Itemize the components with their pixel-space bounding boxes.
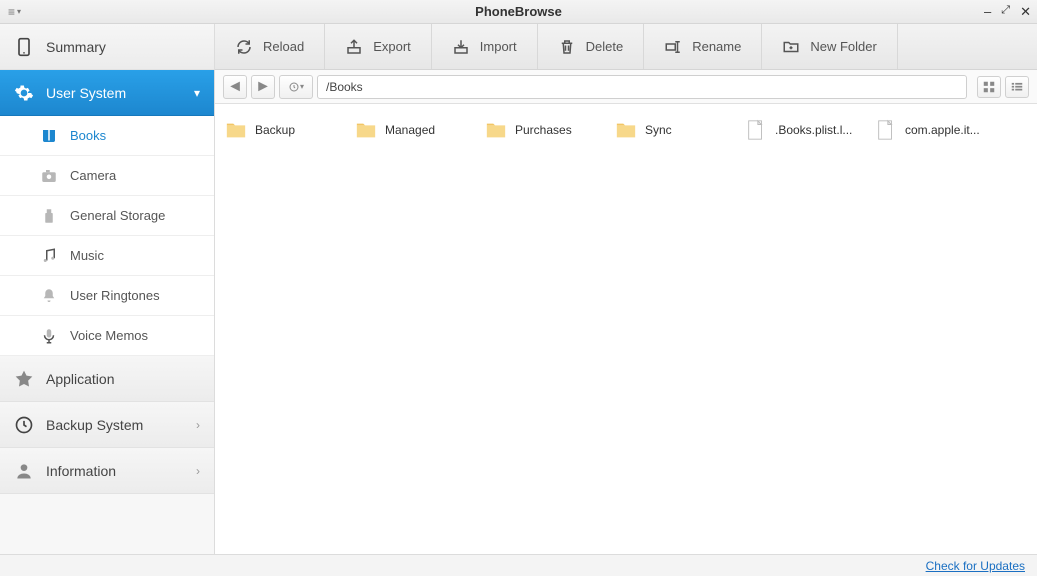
usb-icon: [40, 207, 58, 225]
sidebar: Summary User System ▾ Books Camera Gener…: [0, 24, 215, 554]
section-label: Application: [46, 371, 115, 387]
reload-icon: [235, 38, 253, 56]
status-bar: Check for Updates: [0, 554, 1037, 576]
rename-icon: [664, 38, 682, 56]
view-grid-button[interactable]: [977, 76, 1001, 98]
file-item[interactable]: .Books.plist.l...: [739, 114, 869, 146]
chevron-right-icon: ›: [196, 464, 200, 478]
section-user-system[interactable]: User System ▾: [0, 70, 214, 116]
folder-item[interactable]: Purchases: [479, 114, 609, 146]
import-button[interactable]: Import: [432, 24, 538, 69]
folder-item[interactable]: Managed: [349, 114, 479, 146]
mic-icon: [40, 327, 58, 345]
nav-forward-button[interactable]: ►: [251, 75, 275, 99]
toolbar-label: Rename: [692, 39, 741, 54]
file-label: Managed: [385, 123, 435, 137]
sidebar-item-label: Voice Memos: [70, 328, 148, 343]
section-label: User System: [46, 85, 126, 101]
sidebar-item-label: User Ringtones: [70, 288, 160, 303]
user-icon: [14, 461, 34, 481]
folder-item[interactable]: Sync: [609, 114, 739, 146]
delete-button[interactable]: Delete: [538, 24, 645, 69]
content-area: Reload Export Import Delete Rename New F…: [215, 24, 1037, 554]
section-backup-system[interactable]: Backup System ›: [0, 402, 214, 448]
toolbar-label: Delete: [586, 39, 624, 54]
sidebar-item-label: General Storage: [70, 208, 165, 223]
section-label: Backup System: [46, 417, 143, 433]
sidebar-item-books[interactable]: Books: [0, 116, 214, 156]
clock-icon: [14, 415, 34, 435]
music-icon: [40, 247, 58, 265]
new-folder-icon: [782, 38, 800, 56]
file-area: Backup Managed Purchases Sync .Books.plist.l…: [215, 104, 1037, 554]
history-button[interactable]: ▾: [279, 75, 313, 99]
toolbar: Reload Export Import Delete Rename New F…: [215, 24, 1037, 70]
reload-button[interactable]: Reload: [215, 24, 325, 69]
file-item[interactable]: com.apple.it...: [869, 114, 999, 146]
section-application[interactable]: Application: [0, 356, 214, 402]
app-menu-icon[interactable]: ≡▾: [0, 5, 29, 19]
section-summary[interactable]: Summary: [0, 24, 214, 70]
file-label: com.apple.it...: [905, 123, 980, 137]
chevron-down-icon: ▾: [194, 86, 200, 100]
sidebar-item-user-ringtones[interactable]: User Ringtones: [0, 276, 214, 316]
toolbar-label: Reload: [263, 39, 304, 54]
folder-icon: [225, 119, 247, 141]
maximize-button[interactable]: ⤢: [1001, 5, 1010, 18]
toolbar-label: New Folder: [810, 39, 876, 54]
camera-icon: [40, 167, 58, 185]
export-icon: [345, 38, 363, 56]
sidebar-spacer: [0, 494, 214, 554]
sidebar-item-music[interactable]: Music: [0, 236, 214, 276]
import-icon: [452, 38, 470, 56]
section-label: Information: [46, 463, 116, 479]
folder-item[interactable]: Backup: [219, 114, 349, 146]
file-label: Sync: [645, 123, 672, 137]
user-system-subitems: Books Camera General Storage Music User …: [0, 116, 214, 356]
book-icon: [40, 127, 58, 145]
toolbar-label: Export: [373, 39, 411, 54]
file-icon: [875, 119, 897, 141]
minimize-button[interactable]: –: [984, 5, 991, 18]
sidebar-item-voice-memos[interactable]: Voice Memos: [0, 316, 214, 356]
chevron-right-icon: ›: [196, 418, 200, 432]
toolbar-label: Import: [480, 39, 517, 54]
folder-icon: [615, 119, 637, 141]
section-label: Summary: [46, 39, 106, 55]
gear-icon: [14, 83, 34, 103]
phone-icon: [14, 37, 34, 57]
export-button[interactable]: Export: [325, 24, 432, 69]
view-list-button[interactable]: [1005, 76, 1029, 98]
sidebar-item-camera[interactable]: Camera: [0, 156, 214, 196]
section-information[interactable]: Information ›: [0, 448, 214, 494]
file-label: Purchases: [515, 123, 572, 137]
trash-icon: [558, 38, 576, 56]
nav-back-button[interactable]: ◄: [223, 75, 247, 99]
folder-icon: [485, 119, 507, 141]
file-icon: [745, 119, 767, 141]
close-button[interactable]: ✕: [1020, 5, 1031, 18]
app-icon: [14, 369, 34, 389]
file-label: .Books.plist.l...: [775, 123, 852, 137]
check-updates-link[interactable]: Check for Updates: [926, 559, 1025, 573]
nav-bar: ◄ ► ▾ /Books: [215, 70, 1037, 104]
new-folder-button[interactable]: New Folder: [762, 24, 897, 69]
title-bar: ≡▾ PhoneBrowse – ⤢ ✕: [0, 0, 1037, 24]
rename-button[interactable]: Rename: [644, 24, 762, 69]
sidebar-item-label: Books: [70, 128, 106, 143]
sidebar-item-label: Camera: [70, 168, 116, 183]
file-label: Backup: [255, 123, 295, 137]
sidebar-item-label: Music: [70, 248, 104, 263]
folder-icon: [355, 119, 377, 141]
bell-icon: [40, 287, 58, 305]
path-input[interactable]: /Books: [317, 75, 967, 99]
sidebar-item-general-storage[interactable]: General Storage: [0, 196, 214, 236]
window-title: PhoneBrowse: [475, 4, 562, 19]
